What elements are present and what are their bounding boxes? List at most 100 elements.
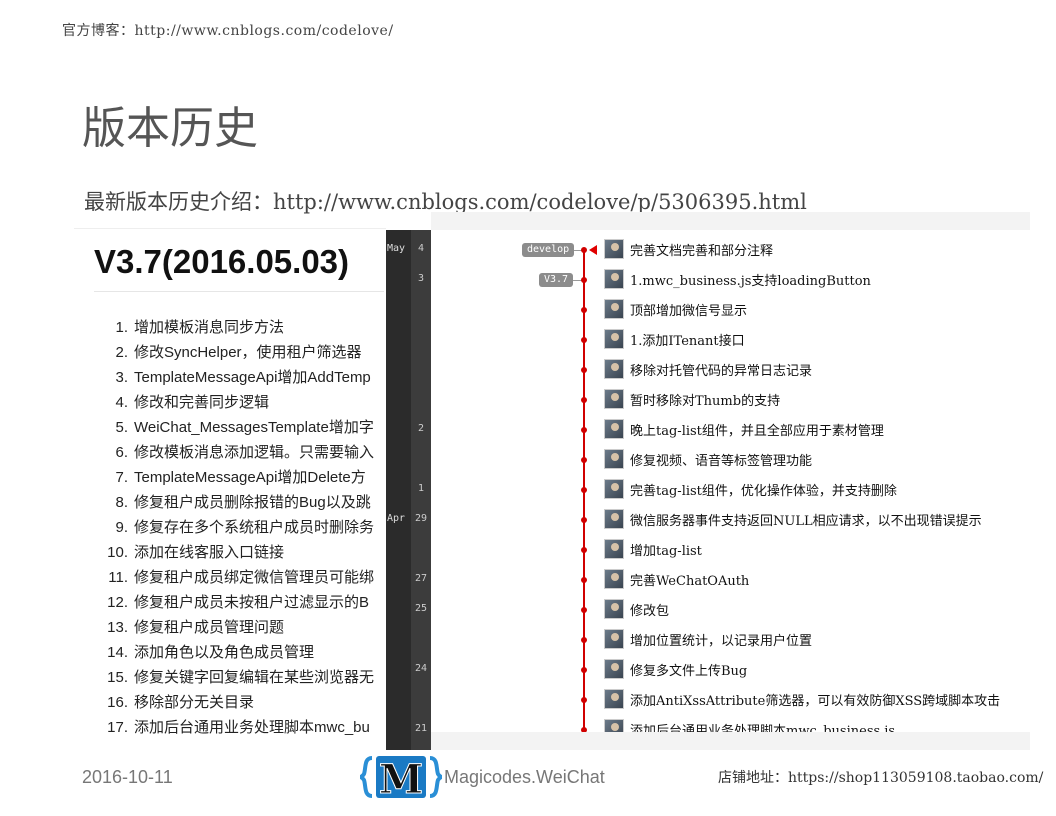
changelog-item: 2. 修改SyncHelper，使用租户筛选器: [74, 342, 386, 367]
commit-message: 修复视频、语音等标签管理功能: [630, 454, 813, 469]
commit-dot[interactable]: [581, 577, 587, 583]
changelog-item-text: 修改SyncHelper，使用租户筛选器: [134, 344, 362, 361]
changelog-item-text: 修改和完善同步逻辑: [134, 394, 270, 411]
commit-dot[interactable]: [581, 367, 587, 373]
changelog-item-text: TemplateMessageApi增加AddTemp: [134, 369, 371, 386]
changelog-item-text: 修复租户成员未按租户过滤显示的B: [134, 594, 370, 611]
day-label: 3: [417, 273, 425, 284]
changelog-item-text: 移除部分无关目录: [134, 694, 255, 711]
month-label: Apr: [387, 513, 406, 524]
author-avatar: [604, 689, 624, 709]
changelog-item-number: 1.: [115, 319, 128, 336]
author-avatar: [604, 329, 624, 349]
changelog-item-number: 7.: [115, 469, 128, 486]
day-label: 27: [414, 573, 428, 584]
day-label: 2: [417, 423, 425, 434]
changelog-item: 4. 修改和完善同步逻辑: [74, 392, 386, 417]
commit-message: 修复多文件上传Bug: [630, 664, 748, 679]
commit-message: 增加位置统计，以记录用户位置: [630, 634, 813, 649]
changelog-item-number: 13.: [107, 619, 128, 636]
author-avatar: [604, 599, 624, 619]
changelog-item-number: 6.: [115, 444, 128, 461]
blog-url-header: 官方博客：http://www.cnblogs.com/codelove/: [62, 23, 394, 39]
month-column: [386, 230, 411, 750]
commit-dot[interactable]: [581, 637, 587, 643]
changelog-item: 17. 添加后台通用业务处理脚本mwc_bu: [74, 717, 386, 737]
commit-dot[interactable]: [581, 337, 587, 343]
author-avatar: [604, 389, 624, 409]
commit-dot[interactable]: [581, 427, 587, 433]
day-label: 25: [414, 603, 428, 614]
changelog-item: 10. 添加在线客服入口链接: [74, 542, 386, 567]
changelog-item: 6. 修改模板消息添加逻辑。只需要输入: [74, 442, 386, 467]
author-avatar: [604, 539, 624, 559]
changelog-item-text: 修复租户成员删除报错的Bug以及跳: [134, 494, 371, 511]
author-avatar: [604, 449, 624, 469]
changelog-item: 16. 移除部分无关目录: [74, 692, 386, 717]
changelog-item-text: 添加角色以及角色成员管理: [134, 644, 315, 661]
changelog-item-number: 5.: [115, 419, 128, 436]
page-title: 版本历史: [82, 103, 258, 154]
author-avatar: [604, 569, 624, 589]
changelog-item: 13. 修复租户成员管理问题: [74, 617, 386, 642]
commit-dot[interactable]: [581, 457, 587, 463]
magicodes-logo: M: [360, 756, 442, 800]
commit-dot[interactable]: [581, 547, 587, 553]
commit-message: 顶部增加微信号显示: [630, 304, 748, 319]
commit-dot[interactable]: [581, 487, 587, 493]
commit-dot[interactable]: [581, 307, 587, 313]
author-avatar: [604, 509, 624, 529]
commit-dot[interactable]: [581, 517, 587, 523]
author-avatar: [604, 659, 624, 679]
changelog-item-number: 14.: [107, 644, 128, 661]
changelog-item: 7. TemplateMessageApi增加Delete方: [74, 467, 386, 492]
commit-dot[interactable]: [581, 277, 587, 283]
changelog-item-number: 11.: [108, 569, 128, 586]
head-arrow-icon: [589, 245, 597, 255]
changelog-item-text: 修复存在多个系统租户成员时删除务: [134, 519, 375, 536]
changelog-item-number: 9.: [115, 519, 128, 536]
author-avatar: [604, 239, 624, 259]
commit-message: 完善文档完善和部分注释: [630, 244, 774, 259]
commit-message: 添加AntiXssAttribute筛选器，可以有效防御XSS跨域脚本攻击: [630, 694, 1001, 709]
footer-shop-url: 店铺地址：https://shop113059108.taobao.com/: [718, 770, 1044, 786]
commit-message: 暂时移除对Thumb的支持: [630, 394, 781, 409]
day-label: 24: [414, 663, 428, 674]
day-label: 21: [414, 723, 428, 734]
commit-dot[interactable]: [581, 697, 587, 703]
commit-dot[interactable]: [581, 607, 587, 613]
commit-dot[interactable]: [581, 667, 587, 673]
commit-message: 完善WeChatOAuth: [630, 574, 750, 589]
commit-message: 完善tag-list组件，优化操作体验，并支持删除: [630, 484, 897, 499]
changelog-item-text: 修复租户成员绑定微信管理员可能绑: [134, 569, 375, 586]
changelog-item: 1. 增加模板消息同步方法: [74, 317, 386, 342]
commit-dot[interactable]: [581, 397, 587, 403]
changelog-item: 11. 修复租户成员绑定微信管理员可能绑: [74, 567, 386, 592]
changelog-item-text: 增加模板消息同步方法: [134, 319, 285, 336]
changelog-item-text: 修复租户成员管理问题: [134, 619, 285, 636]
changelog-panel: V3.7(2016.05.03) 1. 增加模板消息同步方法 2. 修改SyncHel…: [74, 228, 386, 737]
day-label: 4: [417, 243, 425, 254]
changelog-item: 9. 修复存在多个系统租户成员时删除务: [74, 517, 386, 542]
author-avatar: [604, 359, 624, 379]
changelog-item-text: 修改模板消息添加逻辑。只需要输入: [134, 444, 375, 461]
changelog-item: 3. TemplateMessageApi增加AddTemp: [74, 367, 386, 392]
changelog-item-number: 17.: [107, 719, 128, 736]
changelog-item: 12. 修复租户成员未按租户过滤显示的B: [74, 592, 386, 617]
commit-message: 晚上tag-list组件，并且全部应用于素材管理: [630, 424, 884, 439]
day-label: 29: [414, 513, 428, 524]
branch-tag-develop[interactable]: develop: [522, 243, 575, 257]
author-avatar: [604, 419, 624, 439]
commit-history-panel: May Apr 4 3 2 1 29 27 25 24 21 develop V3.7 完善文档完善…: [386, 212, 1030, 750]
panel-top-band: [431, 212, 1030, 230]
changelog-item: 14. 添加角色以及角色成员管理: [74, 642, 386, 667]
changelog-item-number: 10.: [107, 544, 128, 561]
footer-date: 2016-10-11: [82, 767, 173, 787]
branch-graph-line: [583, 248, 585, 750]
changelog-item-text: TemplateMessageApi增加Delete方: [134, 469, 366, 486]
author-avatar: [604, 629, 624, 649]
version-tag[interactable]: V3.7: [539, 273, 574, 287]
day-label: 1: [417, 483, 425, 494]
changelog-item-number: 2.: [115, 344, 128, 361]
commit-dot[interactable]: [581, 247, 587, 253]
